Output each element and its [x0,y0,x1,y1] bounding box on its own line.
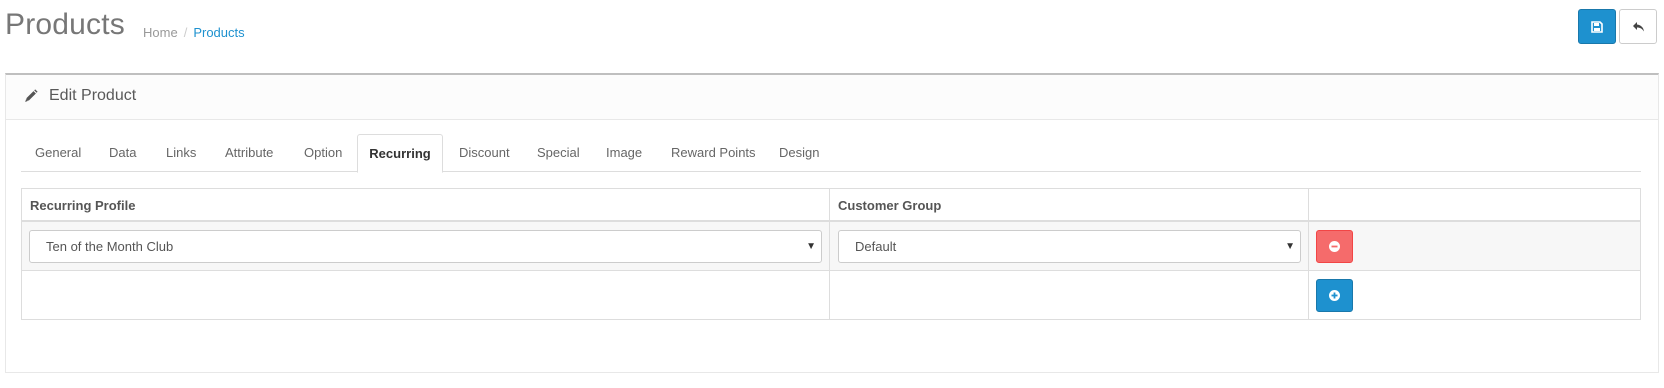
remove-recurring-button[interactable] [1316,230,1353,263]
customer-group-select[interactable]: Default ▼ [838,230,1301,263]
tab-attribute[interactable]: Attribute [225,134,273,172]
page-title: Products [5,8,125,41]
floppy-disk-icon [1591,20,1603,33]
breadcrumb-separator: / [183,25,188,40]
tab-discount[interactable]: Discount [459,134,510,172]
column-divider [1308,189,1309,319]
customer-group-value: Default [855,239,897,254]
tab-reward-points[interactable]: Reward Points [671,134,756,172]
breadcrumb: Home / Products [143,25,245,40]
chevron-down-icon: ▼ [1285,241,1295,252]
breadcrumb-products-link[interactable]: Products [193,25,244,40]
product-tabs: General Data Links Attribute Option Recu… [21,134,1641,173]
column-header-customer-group: Customer Group [830,189,1309,222]
page-header: Products Home / Products [0,0,1664,60]
tab-option[interactable]: Option [304,134,342,172]
recurring-profile-select[interactable]: Ten of the Month Club ▼ [29,230,822,263]
tab-links[interactable]: Links [166,134,196,172]
save-button[interactable] [1578,9,1616,44]
back-button[interactable] [1619,9,1657,44]
reply-arrow-icon [1632,21,1644,31]
table-row: Ten of the Month Club ▼ Default ▼ [22,222,1640,271]
pencil-icon [25,89,38,102]
breadcrumb-home-link[interactable]: Home [143,25,178,40]
edit-product-panel: Edit Product General Data Links Attribut… [5,73,1659,373]
column-header-recurring-profile: Recurring Profile [22,189,830,222]
tab-design[interactable]: Design [779,134,819,172]
tab-image[interactable]: Image [606,134,642,172]
tab-data[interactable]: Data [109,134,136,172]
tab-special[interactable]: Special [537,134,580,172]
chevron-down-icon: ▼ [806,241,816,252]
minus-circle-icon [1329,241,1340,252]
plus-circle-icon [1329,290,1340,301]
tab-recurring[interactable]: Recurring [357,134,443,173]
panel-heading: Edit Product [6,75,1658,120]
recurring-profile-value: Ten of the Month Club [46,239,174,254]
recurring-table: Recurring Profile Customer Group Ten of … [21,188,1641,320]
add-recurring-button[interactable] [1316,279,1353,312]
column-divider [829,189,830,319]
column-header-action [1309,189,1640,222]
tab-general[interactable]: General [35,134,81,172]
panel-title: Edit Product [49,87,137,104]
